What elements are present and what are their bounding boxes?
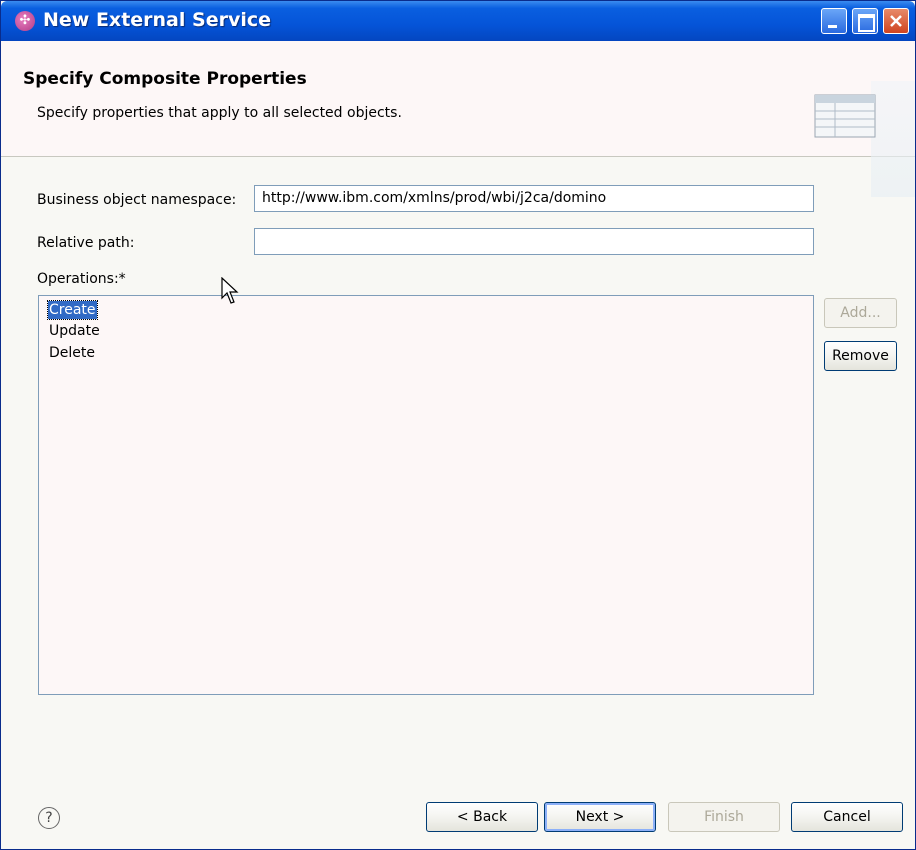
wizard-banner: Specify Composite Properties Specify pro…: [1, 41, 915, 197]
window-title: New External Service: [43, 9, 271, 31]
namespace-label: Business object namespace:: [37, 192, 237, 208]
page-title: Specify Composite Properties: [23, 69, 307, 89]
maximize-button[interactable]: [852, 8, 878, 34]
cancel-button[interactable]: Cancel: [791, 802, 903, 832]
next-button[interactable]: Next >: [544, 802, 656, 832]
relative-path-field[interactable]: [254, 228, 814, 255]
relative-path-label: Relative path:: [37, 235, 135, 251]
list-item-update[interactable]: Update: [48, 322, 101, 340]
back-button[interactable]: < Back: [426, 802, 538, 832]
operations-list[interactable]: Create Update Delete: [38, 295, 814, 695]
banner-decoration: [871, 81, 915, 197]
page-description: Specify properties that apply to all sel…: [37, 105, 402, 121]
close-icon: [890, 15, 902, 27]
add-button[interactable]: Add...: [824, 298, 897, 328]
mouse-cursor-icon: [221, 277, 239, 304]
dialog-window: ✣ New External Service Specify Composite…: [0, 0, 916, 850]
namespace-field[interactable]: http://www.ibm.com/xmlns/prod/wbi/j2ca/d…: [254, 185, 814, 212]
operations-label: Operations:*: [37, 271, 126, 287]
list-item-create[interactable]: Create: [47, 300, 98, 320]
title-bar[interactable]: ✣ New External Service: [1, 1, 915, 41]
table-properties-icon: [814, 94, 876, 138]
list-item-delete[interactable]: Delete: [48, 344, 96, 362]
remove-button[interactable]: Remove: [824, 341, 897, 371]
close-button[interactable]: [883, 8, 909, 34]
app-icon: ✣: [15, 11, 35, 31]
minimize-button[interactable]: [821, 8, 847, 34]
help-icon[interactable]: ?: [38, 807, 60, 829]
finish-button[interactable]: Finish: [668, 802, 780, 832]
